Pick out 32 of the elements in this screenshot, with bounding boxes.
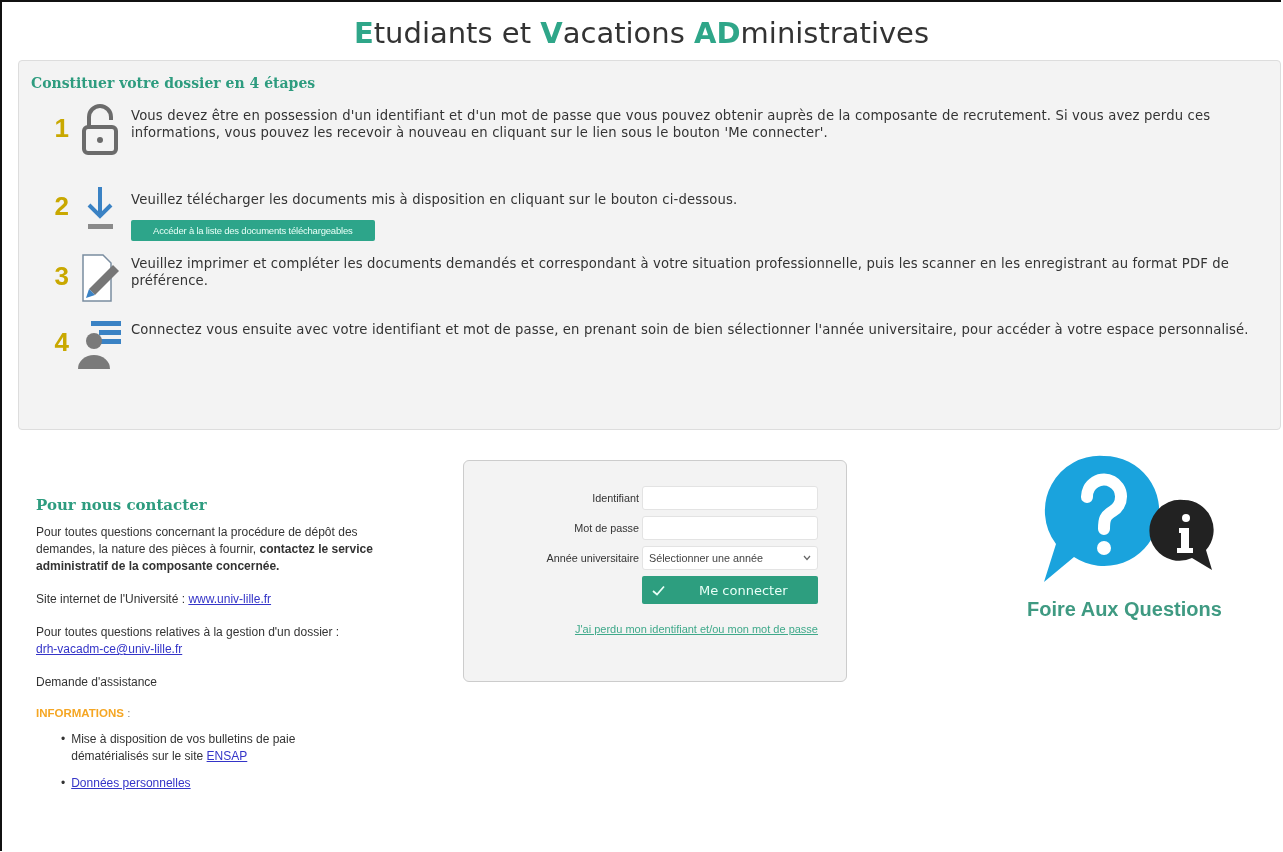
section-heading: Constituer votre dossier en 4 étapes (31, 75, 317, 91)
check-icon (652, 584, 665, 596)
paragraph: Pour toutes questions concernant la procédure de dépôt des demandes, la nature des pièces à fournir, contactez le service administratif de la composante concernée. (36, 524, 374, 575)
step-text: Veuillez imprimer et compléter les documents demandés et correspondant à votre situation professionnelle, puis les scanner en les enregistrant au format PDF de préférence. (131, 255, 1231, 289)
caret-icon (803, 555, 811, 561)
paragraph: Pour toutes questions relatives à la gestion d'un dossier : drh-vacadm-ce@univ-lille.fr (36, 624, 341, 658)
field-label: Année universitaire (546, 552, 639, 564)
step-number: 4 (53, 326, 69, 358)
info-heading: INFORMATIONS (36, 707, 124, 719)
link[interactable]: drh-vacadm-ce@univ-lille.fr (36, 641, 183, 658)
input-field[interactable] (642, 486, 818, 510)
paragraph: Demande d'assistance (36, 674, 159, 691)
step-text: Vous devez être en possession d'un identifiant et d'un mot de passe que vous pouvez obtenir auprès de la composante de recrutement. Si vous avez perdu ces informations, vous pouvez les recevoir à nouveau en cliquant sur le lien sous le bouton 'Me connecter'. (131, 107, 1212, 141)
step-number: 2 (53, 190, 69, 222)
step-text: Connectez vous ensuite avec votre identifiant et mot de passe, en prenant soin de bien sélectionner l'année universitaire, pour accéder à votre espace personnalisé. (131, 321, 1250, 338)
link[interactable]: www.univ-lille.fr (188, 592, 272, 606)
step-text: Veuillez télécharger les documents mis à disposition en cliquant sur le bouton ci-dessous. (131, 191, 739, 208)
bullet-mark: • (61, 775, 66, 792)
colon-text: : (127, 707, 131, 719)
field-label: Identifiant (592, 492, 639, 504)
field-label: Mot de passe (574, 522, 639, 534)
link[interactable]: ENSAP (206, 749, 248, 763)
page-title: Etudiants et Vacations ADministratives (352, 16, 931, 50)
paragraph: Site internet de l'Université : www.univ-lille.fr (36, 591, 273, 608)
link[interactable]: Données personnelles (71, 776, 191, 790)
password-field[interactable] (642, 516, 818, 540)
step-number: 3 (53, 260, 69, 292)
section-heading: Pour nous contacter (36, 496, 208, 514)
year-dropdown[interactable]: Sélectionner une année (642, 546, 818, 570)
bullet-mark: • (61, 731, 66, 748)
info-text: Mise à disposition de vos bulletins de paie dématérialisés sur le site ENSAP (71, 731, 297, 765)
step-number: 1 (53, 112, 69, 144)
